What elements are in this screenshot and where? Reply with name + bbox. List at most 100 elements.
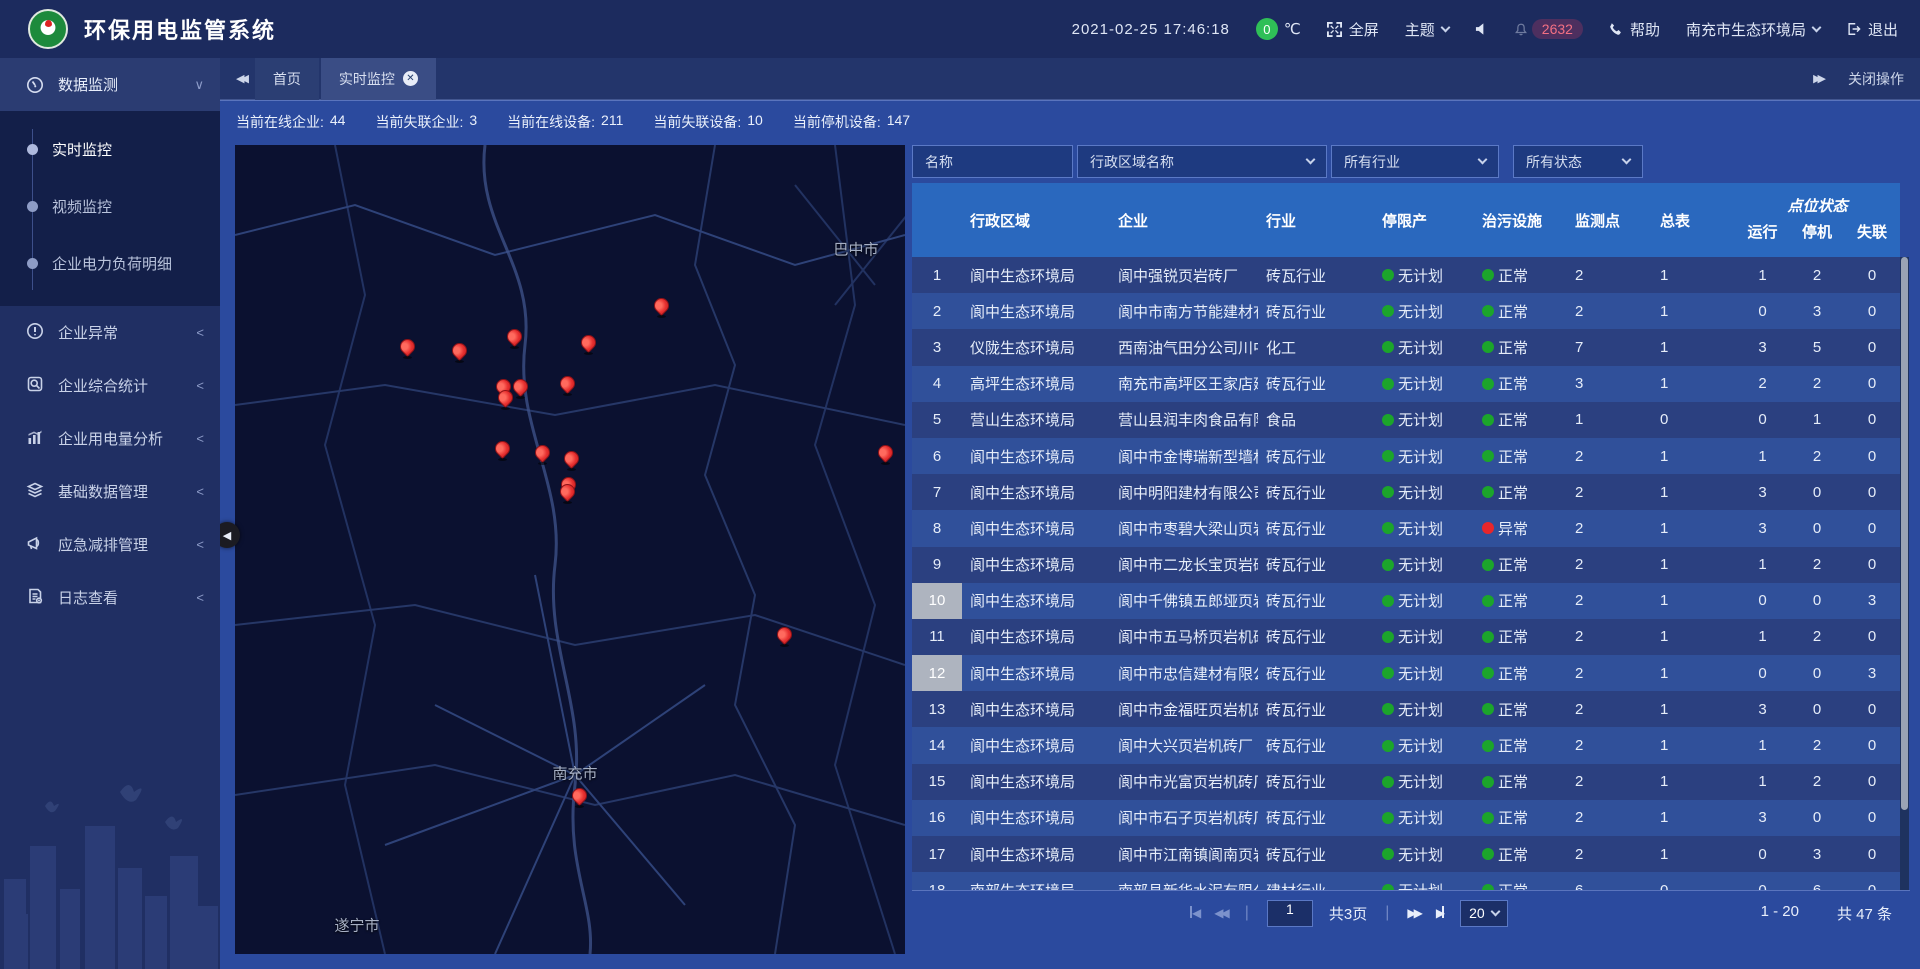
row-lost: 0 [1844,809,1900,826]
status-dot-icon [1382,269,1394,281]
row-run: 1 [1735,556,1790,573]
stat-label: 当前在线企业: [236,112,324,132]
chevron-left-icon: < [196,484,204,499]
page-number-input[interactable]: 1 [1267,900,1313,927]
row-industry: 砖瓦行业 [1258,844,1370,865]
row-region: 阆中生态环境局 [962,844,1110,865]
app-title: 环保用电监管系统 [84,13,276,45]
status-dot-icon [1382,667,1394,679]
row-facility-status: 正常 [1470,373,1565,394]
row-lost: 0 [1844,846,1900,863]
row-stop: 0 [1790,592,1844,609]
row-run: 3 [1735,520,1790,537]
close-operations-button[interactable]: 关闭操作 [1848,69,1904,89]
table-row[interactable]: 12 阆中生态环境局 阆中市忠信建材有限公 砖瓦行业 无计划 正常 2 1 0 … [912,655,1900,691]
theme-dropdown[interactable]: 主题 [1405,19,1449,40]
row-limit-status: 无计划 [1370,663,1470,684]
help-button[interactable]: 帮助 [1609,19,1660,40]
sidebar-item-data-monitor[interactable]: 数据监测 ∨ [0,58,220,111]
table-row[interactable]: 7 阆中生态环境局 阆中明阳建材有限公司 砖瓦行业 无计划 正常 2 1 3 0… [912,474,1900,510]
page-size-select[interactable]: 20 [1460,900,1508,927]
chevron-down-icon [1440,22,1450,32]
table-row[interactable]: 10 阆中生态环境局 阆中千佛镇五郎垭页岩 砖瓦行业 无计划 正常 2 1 0 … [912,583,1900,619]
table-row[interactable]: 1 阆中生态环境局 阆中强锐页岩砖厂 砖瓦行业 无计划 正常 2 1 1 2 0 [912,257,1900,293]
row-stop: 0 [1790,701,1844,718]
sidebar-item[interactable]: 日志查看 < [0,571,220,624]
sidebar-subitem[interactable]: 视频监控 [0,178,220,235]
row-limit-status: 无计划 [1370,626,1470,647]
sidebar-item[interactable]: 基础数据管理 < [0,465,220,518]
table-row[interactable]: 14 阆中生态环境局 阆中大兴页岩机砖厂 砖瓦行业 无计划 正常 2 1 1 2… [912,727,1900,763]
next-page-button[interactable]: ▶▶ [1407,906,1419,920]
industry-select[interactable]: 所有行业 [1331,145,1499,178]
table-row[interactable]: 3 仪陇生态环境局 西南油气田分公司川中 化工 无计划 正常 7 1 3 5 0 [912,329,1900,365]
row-limit-status: 无计划 [1370,518,1470,539]
row-company: 阆中市二龙长宝页岩砖 [1110,554,1258,575]
row-region: 阆中生态环境局 [962,446,1110,467]
row-region: 阆中生态环境局 [962,735,1110,756]
table-row[interactable]: 8 阆中生态环境局 阆中市枣碧大梁山页岩 砖瓦行业 无计划 异常 2 1 3 0… [912,510,1900,546]
table-row[interactable]: 9 阆中生态环境局 阆中市二龙长宝页岩砖 砖瓦行业 无计划 正常 2 1 1 2… [912,547,1900,583]
row-run: 0 [1735,846,1790,863]
status-dot-icon [1382,848,1394,860]
table-row[interactable]: 13 阆中生态环境局 阆中市金福旺页岩机砖 砖瓦行业 无计划 正常 2 1 3 … [912,691,1900,727]
temperature-badge: 0 [1256,18,1278,40]
app-root: 环保用电监管系统 2021-02-25 17:46:18 0 ℃ 全屏 主题 2… [0,0,1920,969]
region-select[interactable]: 行政区域名称 [1077,145,1327,178]
map-city-label: 南充市 [552,763,597,784]
table-row[interactable]: 11 阆中生态环境局 阆中市五马桥页岩机砖 砖瓦行业 无计划 正常 2 1 1 … [912,619,1900,655]
row-number: 6 [912,438,962,474]
table-row[interactable]: 15 阆中生态环境局 阆中市光富页岩机砖厂 砖瓦行业 无计划 正常 2 1 1 … [912,764,1900,800]
sidebar-item[interactable]: 企业用电量分析 < [0,412,220,465]
logout-button[interactable]: 退出 [1846,19,1898,40]
scrollbar-thumb[interactable] [1901,257,1908,810]
map-roads [235,145,905,954]
row-facility-status: 正常 [1470,807,1565,828]
last-page-button[interactable]: ▶ [1436,906,1444,920]
row-company: 南充市高坪区王家店建 [1110,373,1258,394]
sidebar-item[interactable]: 企业综合统计 < [0,359,220,412]
tab-realtime-monitor[interactable]: 实时监控 ✕ [321,58,436,100]
status-dot-icon [1482,522,1494,534]
close-icon[interactable]: ✕ [403,71,418,86]
table-row[interactable]: 4 高坪生态环境局 南充市高坪区王家店建 砖瓦行业 无计划 正常 3 1 2 2… [912,366,1900,402]
org-dropdown[interactable]: 南充市生态环境局 [1686,19,1820,40]
sidebar-subitem-label: 视频监控 [52,196,112,217]
table-row[interactable]: 2 阆中生态环境局 阆中市南方节能建材有 砖瓦行业 无计划 正常 2 1 0 3… [912,293,1900,329]
table-row[interactable]: 17 阆中生态环境局 阆中市江南镇阆南页岩 砖瓦行业 无计划 正常 2 1 0 … [912,836,1900,872]
chevron-down-icon [1622,155,1632,165]
row-limit-status: 无计划 [1370,409,1470,430]
tabs-scroll-right-icon[interactable]: ▶▶ [1813,72,1822,85]
sidebar-subitem[interactable]: 企业电力负荷明细 [0,235,220,292]
status-dot-icon [1382,703,1394,715]
row-points: 2 [1565,303,1650,320]
pagination-bar: ◀ ◀◀ | 1 共3页 | ▶▶ ▶ 20 1 - 20 共 47 条 [912,890,1910,935]
first-page-button[interactable]: ◀ [1190,906,1198,920]
stats-bar: 当前在线企业: 44 当前失联企业: 3 当前在线设备: 211 当前失联设备:… [236,100,910,144]
tab-home[interactable]: 首页 [255,58,319,100]
name-search-input[interactable]: 名称 [912,145,1073,178]
row-stop: 2 [1790,267,1844,284]
table-row[interactable]: 5 营山生态环境局 营山县润丰肉食品有限 食品 无计划 正常 1 0 0 1 0 [912,402,1900,438]
table-row[interactable]: 16 阆中生态环境局 阆中市石子页岩机砖厂 砖瓦行业 无计划 正常 2 1 3 … [912,800,1900,836]
notifications[interactable]: 2632 [1514,19,1583,39]
row-meters: 1 [1650,339,1735,356]
sidebar-subitem[interactable]: 实时监控 [0,121,220,178]
search-report-icon [26,375,44,397]
fullscreen-button[interactable]: 全屏 [1327,19,1379,40]
sidebar-item[interactable]: 应急减排管理 < [0,518,220,571]
row-company: 阆中市五马桥页岩机砖 [1110,626,1258,647]
prev-page-button[interactable]: ◀◀ [1214,906,1226,920]
status-select[interactable]: 所有状态 [1513,145,1643,178]
table-row[interactable]: 18 南部生态环境局 南部县新华水泥有限公 建材行业 无计划 正常 6 0 0 … [912,872,1900,890]
row-lost: 0 [1844,375,1900,392]
row-company: 营山县润丰肉食品有限 [1110,409,1258,430]
map[interactable]: 巴中市南充市遂宁市 [235,145,905,954]
tabs-scroll-left-icon[interactable]: ◀◀ [236,72,245,85]
cityscape-decoration [0,784,220,969]
row-region: 营山生态环境局 [962,409,1110,430]
sidebar-item[interactable]: 企业异常 < [0,306,220,359]
row-number: 10 [912,583,962,619]
table-row[interactable]: 6 阆中生态环境局 阆中市金博瑞新型墙材 砖瓦行业 无计划 正常 2 1 1 2… [912,438,1900,474]
mute-button[interactable] [1475,22,1488,36]
